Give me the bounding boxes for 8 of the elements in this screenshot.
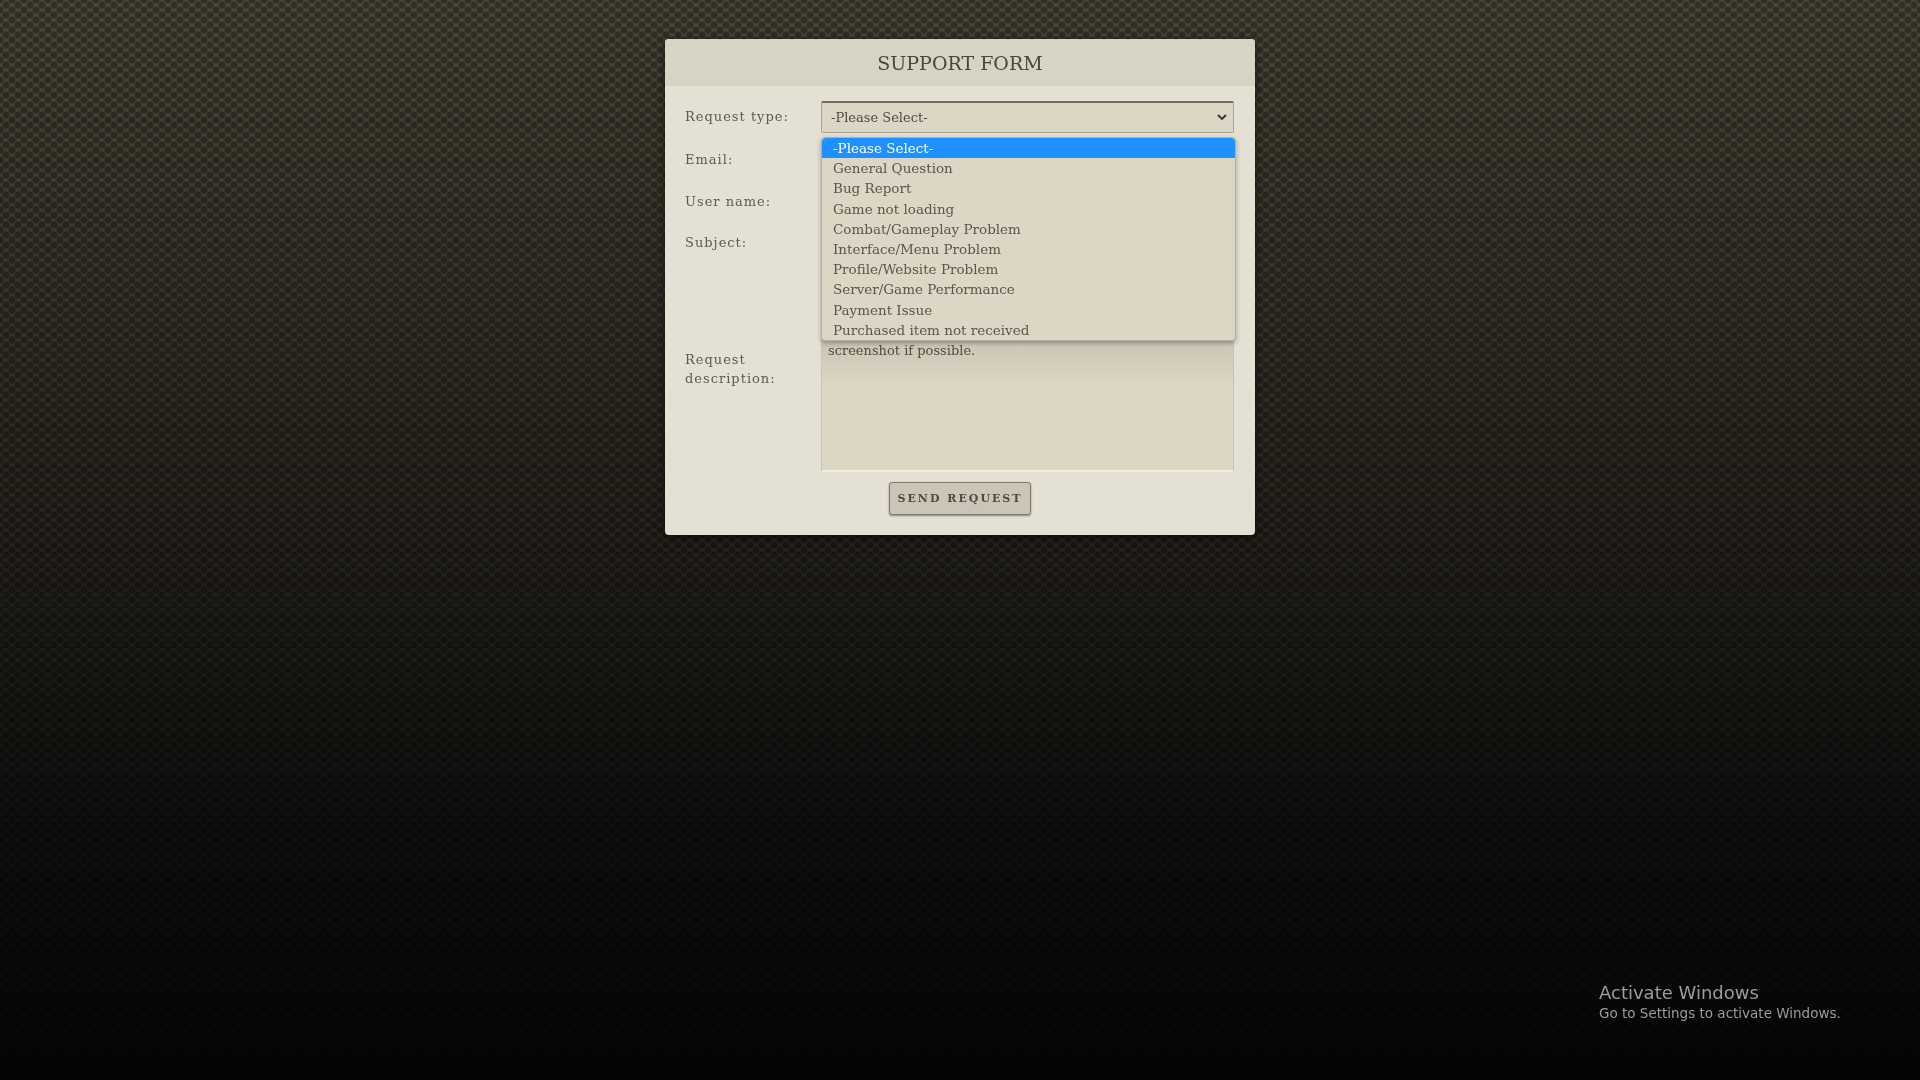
field-label: Email: bbox=[685, 151, 735, 169]
field-label: Request type: bbox=[685, 108, 790, 126]
field-label: Subject: bbox=[685, 234, 749, 252]
field-label: User name: bbox=[685, 193, 773, 211]
activation-title: Activate Windows bbox=[1599, 982, 1760, 1003]
activation-message: Go to Settings to activate Windows. bbox=[1599, 1005, 1841, 1021]
field-label: Request description: bbox=[685, 351, 777, 388]
form-title: SUPPORT FORM bbox=[877, 51, 1043, 74]
